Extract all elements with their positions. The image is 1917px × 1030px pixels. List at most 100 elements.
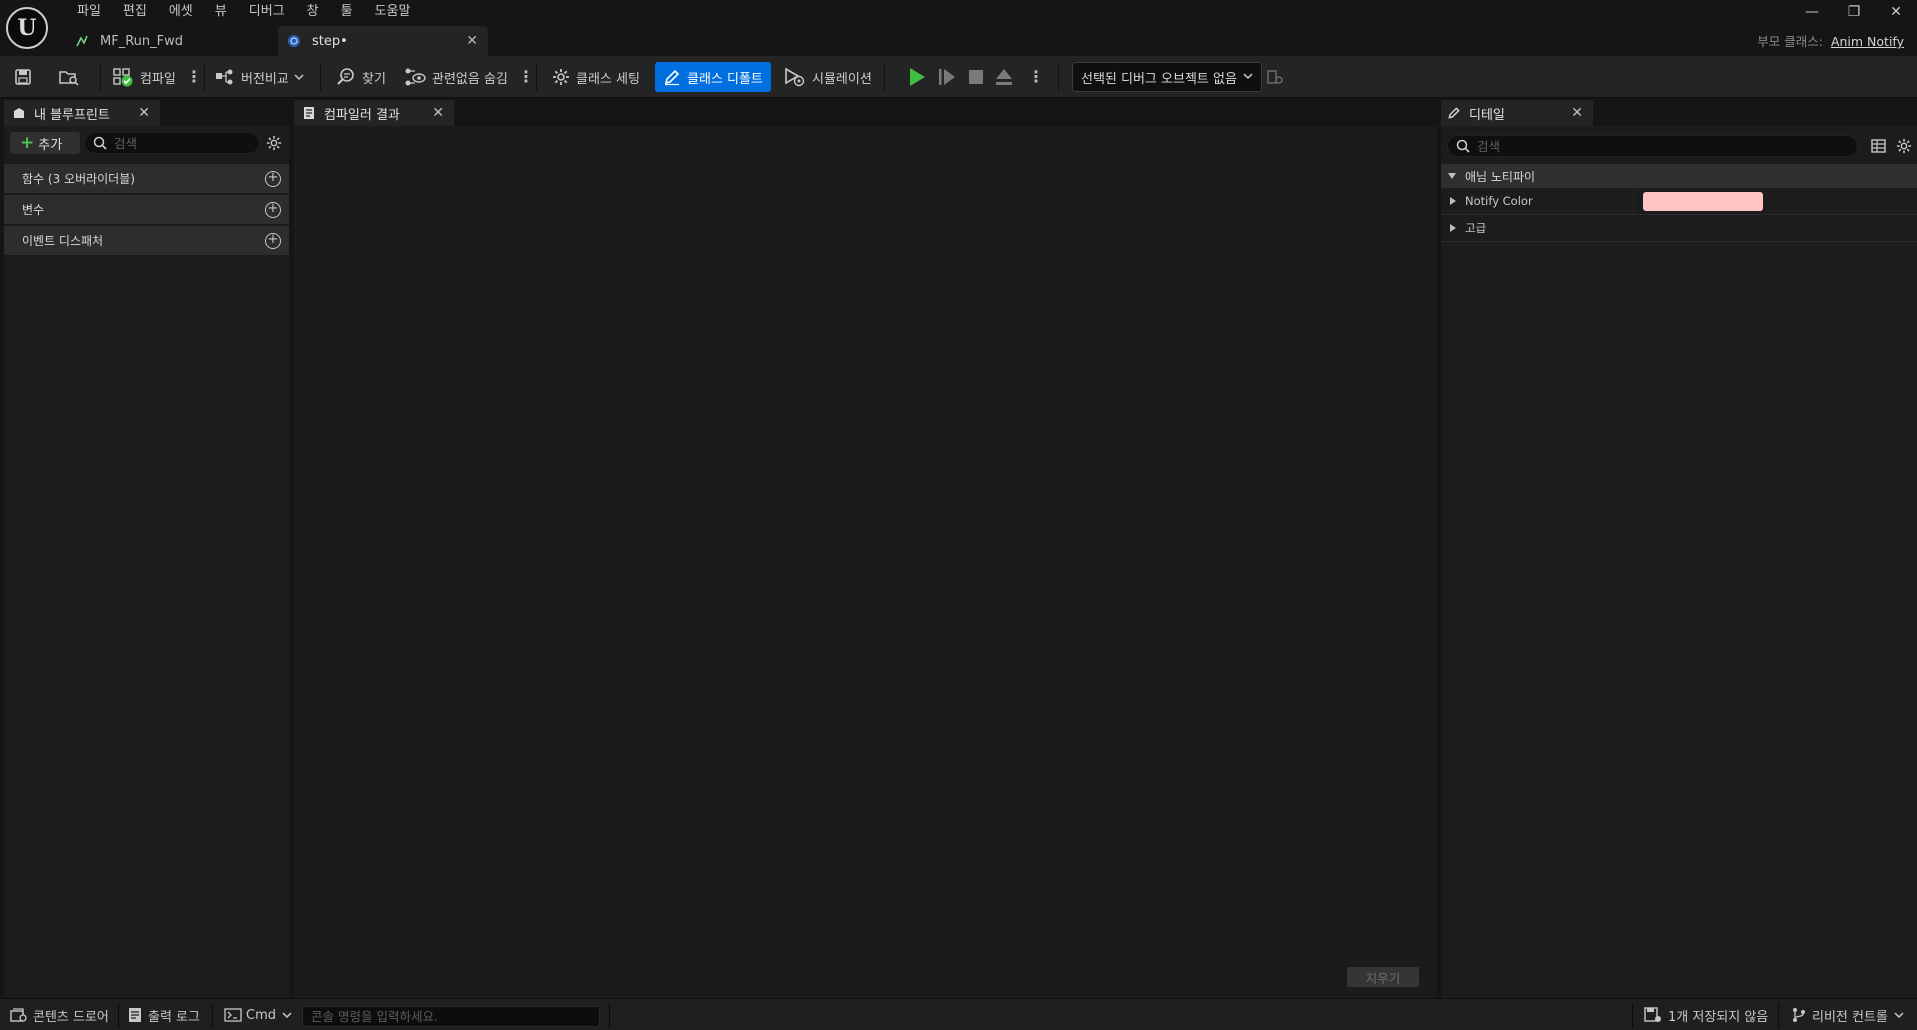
- folder-search-icon: [59, 71, 79, 86]
- tab-details-label: 디테일: [1469, 107, 1505, 123]
- clear-button[interactable]: 지우기: [1347, 967, 1419, 987]
- tab-my-blueprint-label: 내 블루프린트: [34, 107, 110, 123]
- close-panel-icon[interactable]: ✕: [432, 105, 444, 121]
- doc-tab-label: step•: [312, 33, 348, 49]
- category-anim-notify[interactable]: 애님 노티파이: [1441, 164, 1917, 188]
- parent-class-link[interactable]: Anim Notify: [1831, 34, 1904, 49]
- compiler-results-icon: [304, 107, 314, 119]
- blueprint-panel-icon: [14, 108, 24, 118]
- menu-asset[interactable]: 에셋: [158, 2, 204, 22]
- plus-icon: +: [20, 133, 35, 153]
- my-blueprint-search-input[interactable]: [114, 135, 247, 151]
- add-button[interactable]: + 추가: [10, 132, 80, 154]
- play-options-icon[interactable]: ⋮: [1028, 66, 1044, 88]
- content-drawer-button[interactable]: 콘텐츠 드로어: [10, 999, 109, 1030]
- property-label: Notify Color: [1465, 194, 1533, 208]
- close-window-button[interactable]: ✕: [1875, 2, 1917, 22]
- restore-button[interactable]: ❐: [1833, 2, 1875, 22]
- output-log-button[interactable]: 출력 로그: [128, 999, 200, 1030]
- chevron-right-icon[interactable]: [1449, 223, 1457, 233]
- simulation-button[interactable]: 시뮬레이션: [784, 62, 872, 92]
- title-bar: U 파일 편집 에셋 뷰 디버그 창 툴 도움말 MF_Run_Fwd step…: [0, 0, 1917, 56]
- close-panel-icon[interactable]: ✕: [138, 105, 150, 121]
- eject-button[interactable]: [994, 67, 1014, 91]
- unreal-logo-icon[interactable]: U: [6, 7, 48, 49]
- menu-view[interactable]: 뷰: [204, 2, 238, 22]
- tab-compiler-results-label: 컴파일러 결과: [324, 107, 400, 123]
- main-toolbar: 컴파일 ⋮ 버전비교 찾기 관련없음 숨김 ⋮ 클래스 세팅 클래스 디폴트 시…: [0, 56, 1917, 98]
- revision-control-label: 리비전 컨트롤: [1812, 1009, 1888, 1025]
- gear-icon[interactable]: [1896, 138, 1912, 154]
- minimize-button[interactable]: —: [1791, 2, 1833, 22]
- details-panel: 애님 노티파이 Notify Color 고급: [1441, 126, 1917, 998]
- details-pencil-icon: [1448, 107, 1460, 119]
- diff-button[interactable]: 버전비교: [215, 62, 304, 92]
- section-variables[interactable]: 변수 +: [4, 195, 289, 225]
- property-advanced[interactable]: 고급: [1441, 215, 1917, 242]
- revision-control-button[interactable]: 리비전 컨트롤: [1792, 999, 1904, 1030]
- console-input-field[interactable]: [302, 1006, 600, 1027]
- menu-help[interactable]: 도움말: [364, 2, 422, 22]
- tab-details[interactable]: 디테일 ✕: [1441, 100, 1593, 126]
- chevron-right-icon[interactable]: [1449, 196, 1457, 206]
- notify-color-swatch[interactable]: [1643, 192, 1763, 211]
- step-button[interactable]: [938, 67, 956, 91]
- property-label: 고급: [1465, 221, 1487, 235]
- tab-compiler-results[interactable]: 컴파일러 결과 ✕: [294, 100, 454, 126]
- details-search-input[interactable]: [1477, 138, 1798, 154]
- debug-object-label: 선택된 디버그 오브젝트 없음: [1081, 71, 1237, 87]
- section-event-dispatchers[interactable]: 이벤트 디스패처 +: [4, 226, 289, 256]
- unsaved-button[interactable]: 1개 저장되지 않음: [1644, 999, 1768, 1030]
- my-blueprint-search[interactable]: [84, 132, 260, 154]
- simulation-icon: [785, 67, 805, 87]
- menu-debug[interactable]: 디버그: [238, 2, 296, 22]
- class-defaults-button[interactable]: 클래스 디폴트: [655, 62, 771, 92]
- pencil-icon: [664, 69, 680, 86]
- menu-file[interactable]: 파일: [66, 2, 112, 22]
- window-controls: — ❐ ✕: [1791, 2, 1917, 22]
- console-input[interactable]: [311, 1009, 599, 1024]
- section-variables-label: 변수: [22, 203, 45, 217]
- chevron-down-icon: [282, 1012, 292, 1019]
- debug-object-dropdown[interactable]: 선택된 디버그 오브젝트 없음: [1072, 62, 1262, 92]
- doc-tab-step[interactable]: step• ✕: [278, 26, 488, 56]
- hide-unrelated-button[interactable]: 관련없음 숨김: [404, 62, 508, 92]
- chevron-down-icon: [1894, 1012, 1904, 1019]
- gear-icon[interactable]: [266, 135, 282, 151]
- chevron-down-icon: [1243, 73, 1253, 80]
- add-function-icon[interactable]: +: [265, 171, 281, 187]
- close-panel-icon[interactable]: ✕: [1571, 105, 1583, 121]
- menu-edit[interactable]: 편집: [112, 2, 158, 22]
- browse-button[interactable]: [58, 62, 80, 92]
- diff-icon: [216, 69, 233, 85]
- compile-options-icon[interactable]: ⋮: [186, 66, 202, 88]
- add-event-dispatcher-icon[interactable]: +: [265, 233, 281, 249]
- doc-tab-mf-run-fwd[interactable]: MF_Run_Fwd: [66, 26, 274, 56]
- property-matrix-icon[interactable]: [1871, 139, 1886, 153]
- close-tab-icon[interactable]: ✕: [466, 33, 478, 49]
- save-button[interactable]: [14, 62, 32, 92]
- debug-filter-button[interactable]: [1266, 62, 1284, 92]
- doc-tab-label: MF_Run_Fwd: [100, 33, 183, 49]
- cmd-dropdown[interactable]: Cmd: [224, 999, 292, 1030]
- find-button[interactable]: 찾기: [336, 62, 386, 92]
- diff-label: 버전비교: [241, 71, 289, 87]
- category-anim-notify-label: 애님 노티파이: [1465, 169, 1536, 184]
- menu-window[interactable]: 창: [296, 2, 330, 22]
- unsaved-label: 1개 저장되지 않음: [1668, 1009, 1769, 1025]
- compile-button[interactable]: 컴파일: [112, 62, 176, 92]
- cmd-label: Cmd: [246, 1007, 276, 1023]
- eject-icon: [996, 69, 1012, 85]
- play-button[interactable]: [908, 67, 926, 91]
- class-settings-button[interactable]: 클래스 세팅: [552, 62, 640, 92]
- stop-button[interactable]: [968, 67, 984, 91]
- details-search[interactable]: [1447, 135, 1858, 157]
- hide-unrelated-icon: [405, 68, 426, 86]
- menu-tools[interactable]: 툴: [330, 2, 364, 22]
- add-variable-icon[interactable]: +: [265, 202, 281, 218]
- compile-check-icon: [113, 68, 133, 87]
- find-options-icon[interactable]: ⋮: [518, 66, 534, 88]
- section-functions[interactable]: 함수 (3 오버라이더블) +: [4, 164, 289, 194]
- step-forward-icon: [939, 69, 955, 85]
- tab-my-blueprint[interactable]: 내 블루프린트 ✕: [4, 100, 160, 126]
